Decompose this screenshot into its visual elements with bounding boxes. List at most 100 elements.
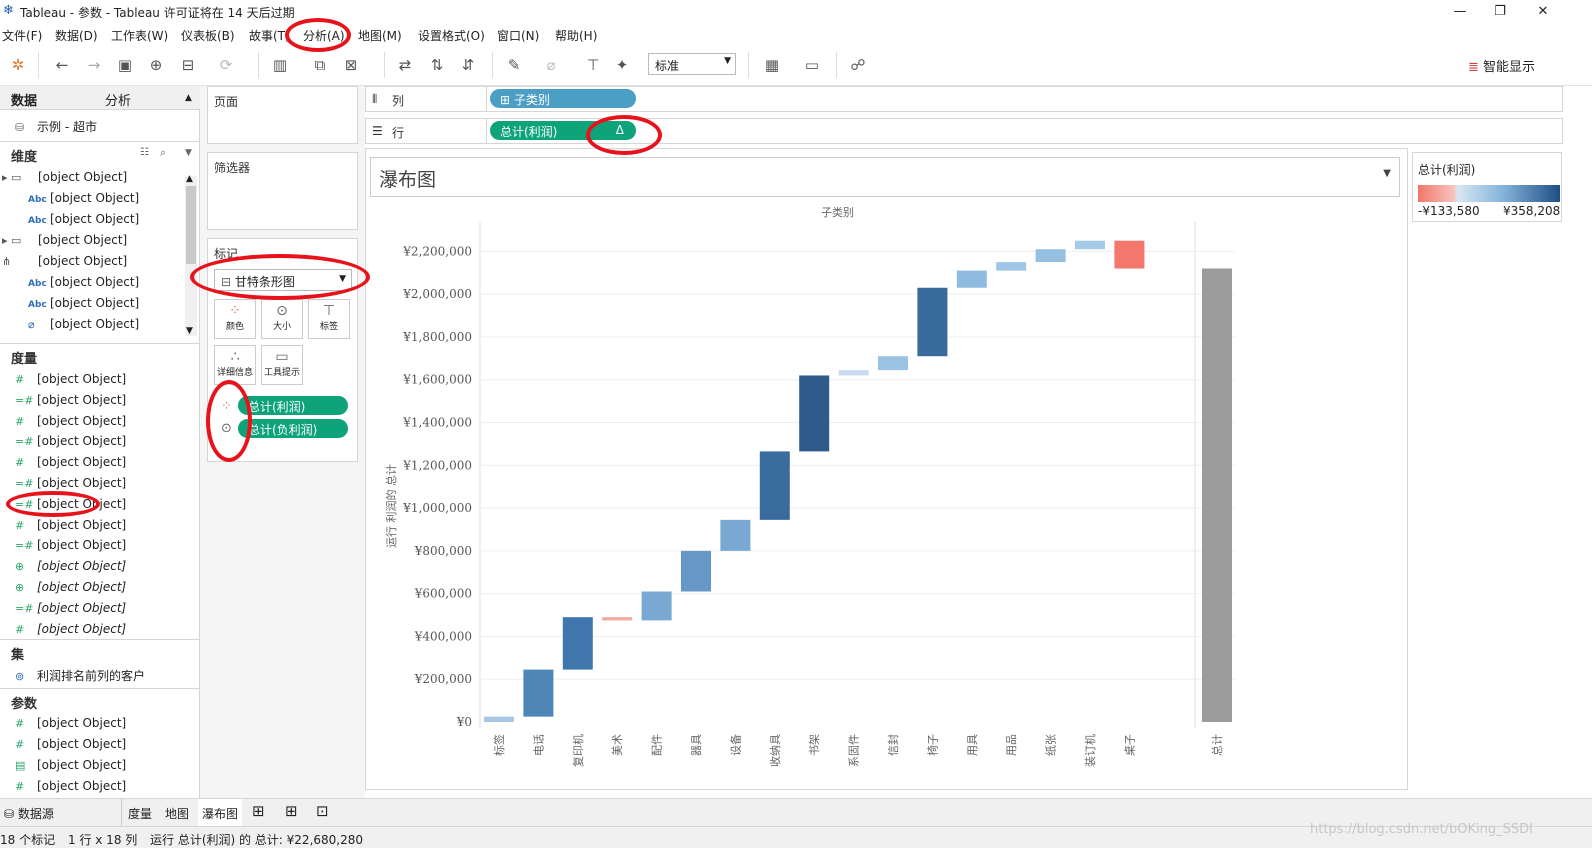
sort-descending-icon[interactable]: ⇵: [458, 55, 478, 75]
columns-pill[interactable]: ⊞ 子类别: [490, 89, 636, 108]
measure-item[interactable]: =# [object Object]: [15, 476, 126, 490]
label-button[interactable]: ⊤ 标签: [308, 299, 350, 339]
menu-format[interactable]: 设置格式(O): [418, 27, 485, 44]
measure-item[interactable]: ⊕ [object Object]: [15, 559, 126, 573]
clear-sheet-icon[interactable]: ⊠: [341, 55, 361, 75]
pin-axes-icon[interactable]: ✦: [612, 55, 632, 75]
measure-item[interactable]: # [object Object]: [15, 455, 126, 469]
measure-item[interactable]: =# [object Object]: [15, 434, 126, 448]
menu-dashboard[interactable]: 仪表板(B): [181, 27, 235, 44]
tab-measures[interactable]: 度量: [128, 805, 152, 822]
highlight-icon[interactable]: ✎: [504, 55, 524, 75]
measure-item[interactable]: # [object Object]: [15, 372, 126, 386]
size-button[interactable]: ⊙ 大小: [261, 299, 303, 339]
tab-data[interactable]: 数据: [11, 90, 37, 109]
dimension-item[interactable]: Abc [object Object]: [28, 275, 139, 289]
new-story-tab-icon[interactable]: ⊡: [316, 802, 329, 820]
dimension-item[interactable]: ▸ ▭ [object Object]: [2, 170, 127, 184]
detail-button[interactable]: ∴ 详细信息: [214, 345, 256, 385]
minimize-button[interactable]: —: [1445, 2, 1475, 22]
tooltip-button[interactable]: ▭ 工具提示: [261, 345, 303, 385]
measure-item[interactable]: # [object Object]: [15, 622, 126, 636]
dimensions-scrollbar[interactable]: ▲ ▼: [185, 174, 197, 336]
swap-rows-columns-icon[interactable]: ⇄: [395, 55, 415, 75]
menu-file[interactable]: 文件(F): [2, 27, 42, 44]
new-dashboard-tab-icon[interactable]: ⊞: [285, 802, 298, 820]
redo-icon[interactable]: →: [84, 55, 104, 75]
group-icon: ⌀: [28, 318, 35, 331]
string-type-icon: Abc: [28, 300, 47, 310]
filters-card[interactable]: 筛选器: [207, 152, 358, 230]
parameter-item[interactable]: ▤ [object Object]: [15, 758, 126, 772]
presentation-mode-icon[interactable]: ▭: [802, 55, 822, 75]
set-item[interactable]: ⊚ 利润排名前列的客户: [15, 667, 145, 684]
share-icon[interactable]: ☍: [848, 55, 868, 75]
legend-gradient: [1418, 185, 1560, 202]
measure-item[interactable]: =# [object Object]: [15, 393, 126, 407]
pages-card[interactable]: 页面: [207, 86, 358, 144]
datasource-item[interactable]: ⛁ 示例 - 超市: [15, 118, 97, 135]
new-worksheet-tab-icon[interactable]: ⊞: [252, 802, 265, 820]
pane-menu-icon[interactable]: ▲: [185, 93, 192, 103]
menu-worksheet[interactable]: 工作表(W): [111, 27, 168, 44]
dimension-item[interactable]: ▸ ▭ [object Object]: [2, 233, 127, 247]
parameter-item[interactable]: # [object Object]: [15, 716, 126, 730]
measure-label: [object Object]: [37, 455, 127, 470]
tab-analysis[interactable]: 分析: [105, 90, 131, 109]
save-icon[interactable]: ▣: [115, 55, 135, 75]
x-tick-label: 总计: [1210, 734, 1224, 756]
dimension-item[interactable]: Abc [object Object]: [28, 191, 139, 205]
columns-shelf[interactable]: ⦀ 列 ⊞ 子类别: [365, 86, 1563, 112]
status-sum: 运行 总计(利润) 的 总计: ¥22,680,280: [150, 833, 364, 847]
x-tick-label: 设备: [728, 734, 742, 756]
refresh-icon[interactable]: ⟳: [216, 55, 236, 75]
parameter-item[interactable]: # [object Object]: [15, 737, 126, 751]
pause-updates-icon[interactable]: ⊟: [178, 55, 198, 75]
new-datasource-icon[interactable]: ⊕: [146, 55, 166, 75]
color-button[interactable]: ⁘ 颜色: [214, 299, 256, 339]
scroll-down-icon[interactable]: ▼: [186, 326, 193, 336]
dimension-item[interactable]: ⌀ [object Object]: [28, 317, 139, 331]
tab-datasource[interactable]: ⛁ 数据源: [4, 805, 54, 822]
dimension-item[interactable]: Abc [object Object]: [28, 296, 139, 310]
tableau-start-icon[interactable]: ✲: [8, 55, 28, 75]
menu-map[interactable]: 地图(M): [358, 27, 402, 44]
new-worksheet-icon[interactable]: ▥: [270, 55, 290, 75]
group-icon[interactable]: ⌀: [541, 55, 561, 75]
dimension-item[interactable]: Abc [object Object]: [28, 212, 139, 226]
menu-data[interactable]: 数据(D): [55, 27, 98, 44]
scrollbar-thumb[interactable]: [186, 186, 196, 264]
dimension-item[interactable]: ⋔ [object Object]: [2, 254, 127, 268]
show-labels-icon[interactable]: ⊤: [583, 55, 603, 75]
number-type-icon: #: [15, 373, 25, 386]
show-cards-icon[interactable]: ▦: [762, 55, 782, 75]
grid-view-icon[interactable]: ☷: [140, 147, 149, 158]
dims-menu-icon[interactable]: ▼: [185, 148, 192, 158]
close-button[interactable]: ✕: [1528, 2, 1558, 22]
measure-item[interactable]: =# [object Object]: [15, 601, 126, 615]
tab-waterfall[interactable]: 瀑布图: [198, 799, 243, 827]
measure-item[interactable]: ⊕ [object Object]: [15, 580, 126, 594]
chevron-down-icon[interactable]: ▼: [1383, 168, 1391, 179]
x-tick-label: 美术: [611, 734, 624, 756]
menu-story[interactable]: 故事(T): [249, 27, 290, 44]
measure-item[interactable]: # [object Object]: [15, 518, 126, 532]
measure-item[interactable]: =# [object Object]: [15, 538, 126, 552]
duplicate-sheet-icon[interactable]: ⧉: [310, 55, 330, 75]
menu-window[interactable]: 窗口(N): [497, 27, 539, 44]
tab-map[interactable]: 地图: [165, 805, 189, 822]
search-icon[interactable]: ⌕: [160, 146, 166, 160]
measure-item[interactable]: # [object Object]: [15, 414, 126, 428]
rows-shelf[interactable]: ☰ 行 总计(利润) Δ: [365, 118, 1563, 144]
maximize-button[interactable]: ❐: [1485, 2, 1515, 22]
color-pill[interactable]: 总计(利润): [238, 396, 348, 415]
sort-ascending-icon[interactable]: ⇅: [427, 55, 447, 75]
undo-icon[interactable]: ←: [52, 55, 72, 75]
parameter-item[interactable]: # [object Object]: [15, 779, 126, 793]
size-pill[interactable]: 总计(负利润): [238, 419, 348, 438]
scroll-up-icon[interactable]: ▲: [186, 174, 193, 184]
menu-help[interactable]: 帮助(H): [555, 27, 597, 44]
sheet-title[interactable]: 瀑布图 ▼: [370, 157, 1400, 197]
show-me-button[interactable]: ≣ 智能显示: [1468, 56, 1535, 75]
fit-dropdown[interactable]: 标准 ▼: [648, 53, 736, 75]
